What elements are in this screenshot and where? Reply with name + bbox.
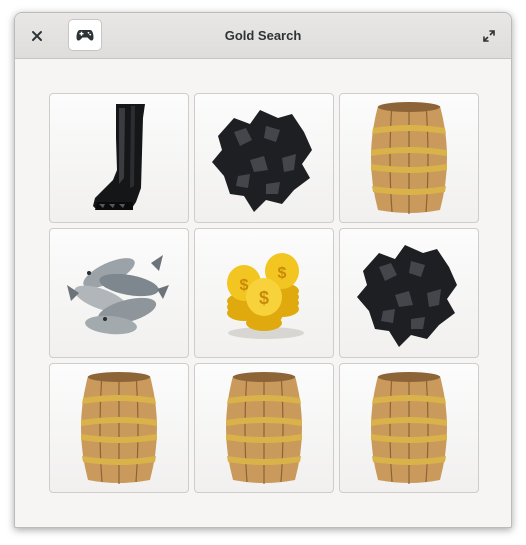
tile-5[interactable]: $ $ $	[194, 228, 334, 358]
tile-6[interactable]	[339, 228, 479, 358]
barrel-icon	[371, 372, 447, 484]
game-window: Gold Search $ $ $	[14, 12, 512, 528]
svg-text:$: $	[259, 288, 269, 308]
svg-text:$: $	[240, 277, 249, 294]
barrel-icon	[371, 102, 447, 214]
fish-icon	[67, 255, 169, 335]
tile-1[interactable]	[49, 93, 189, 223]
coal-icon	[357, 245, 457, 347]
maximize-icon	[483, 30, 495, 42]
boot-icon	[93, 104, 145, 210]
maximize-button[interactable]	[477, 24, 501, 48]
tile-8[interactable]	[194, 363, 334, 493]
barrel-icon	[81, 372, 157, 484]
tile-9[interactable]	[339, 363, 479, 493]
coal-icon	[212, 110, 312, 212]
gold-coins-icon: $ $ $	[227, 253, 304, 339]
gamepad-icon	[76, 30, 94, 41]
close-button[interactable]	[25, 24, 49, 48]
tile-7[interactable]	[49, 363, 189, 493]
tile-4[interactable]	[49, 228, 189, 358]
barrel-icon	[226, 372, 302, 484]
headerbar: Gold Search	[15, 13, 511, 59]
svg-text:$: $	[278, 265, 287, 282]
tile-3[interactable]	[339, 93, 479, 223]
tile-grid: $ $ $	[49, 93, 479, 493]
tile-2[interactable]	[194, 93, 334, 223]
app-menu-button[interactable]	[68, 19, 102, 51]
close-icon	[32, 31, 42, 41]
